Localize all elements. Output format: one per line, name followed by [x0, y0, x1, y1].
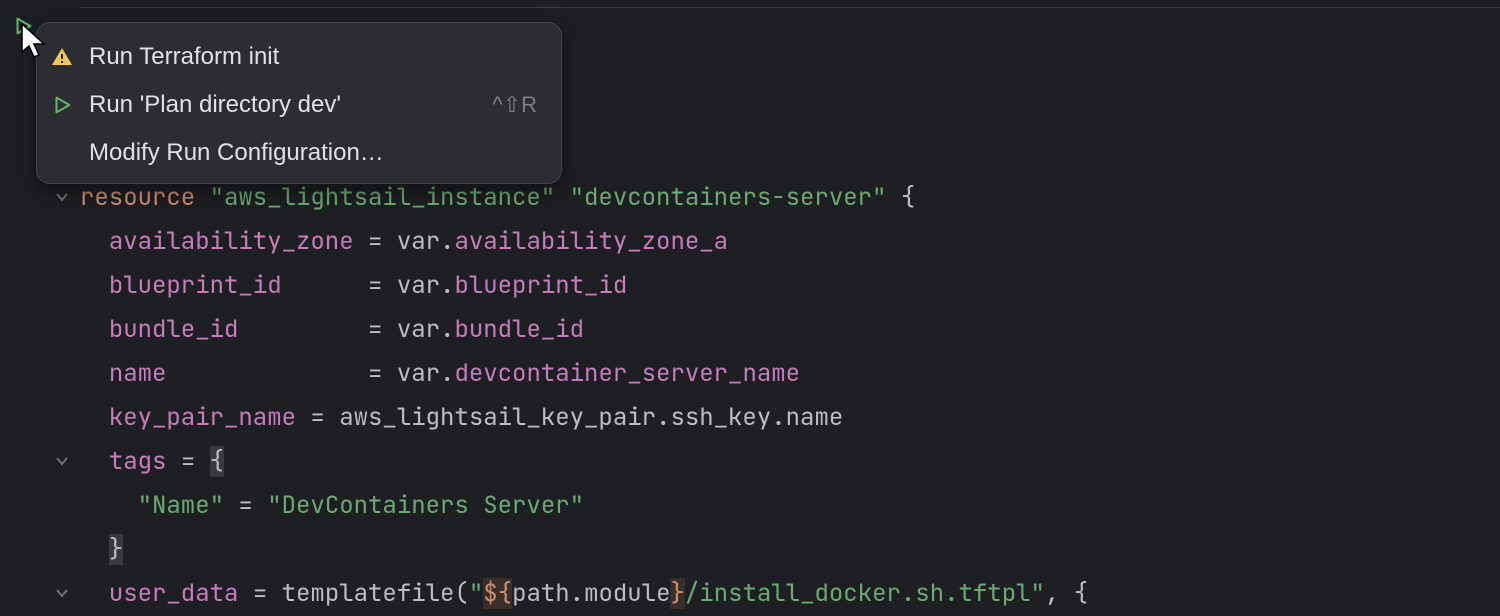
token-pn: var: [382, 358, 440, 389]
token-str: "Name": [138, 490, 224, 521]
token-str: "DevContainers Server": [267, 490, 584, 521]
menu-item-2[interactable]: Modify Run Configuration…: [37, 129, 561, 177]
token-pn: [238, 578, 252, 609]
code-line[interactable]: blueprint_id = var.blueprint_id: [80, 264, 1500, 308]
token-pn: [195, 446, 209, 477]
token-pn: path: [512, 578, 570, 609]
token-op: =: [368, 358, 382, 389]
token-pn: templatefile(: [267, 578, 469, 609]
code-line[interactable]: name = var.devcontainer_server_name: [80, 352, 1500, 396]
token-op: =: [181, 446, 195, 477]
token-pn: [354, 226, 368, 257]
token-op: .: [440, 226, 454, 257]
token-op: .: [440, 270, 454, 301]
menu-item-shortcut: ^⇧R: [492, 92, 537, 118]
token-attr: tags: [109, 446, 167, 477]
code-line[interactable]: availability_zone = var.availability_zon…: [80, 220, 1500, 264]
token-attr: availability_zone_a: [454, 226, 728, 257]
run-context-menu: Run Terraform init Run 'Plan directory de…: [36, 22, 562, 184]
token-op: .: [656, 402, 670, 433]
token-str: /install_docker.sh.tftpl": [685, 578, 1045, 609]
token-attr: bundle_id: [109, 314, 239, 345]
token-op: =: [368, 270, 382, 301]
token-attr: blueprint_id: [109, 270, 282, 301]
token-pn: var: [382, 226, 440, 257]
token-attr: availability_zone: [109, 226, 354, 257]
token-attr: user_data: [109, 578, 239, 609]
token-interp: }: [670, 578, 684, 609]
token-pn: [166, 446, 180, 477]
token-pn: {: [886, 182, 915, 213]
chevron-down-icon[interactable]: [54, 188, 70, 211]
token-op: .: [771, 402, 785, 433]
token-pn: module: [584, 578, 670, 609]
token-op: .: [570, 578, 584, 609]
token-pn: ssh_key: [670, 402, 771, 433]
code-line[interactable]: user_data = templatefile("${path.module}…: [80, 572, 1500, 616]
warning-icon: [49, 44, 75, 70]
spacer-icon: [49, 140, 75, 166]
token-pn: , {: [1045, 578, 1088, 609]
token-str: "aws_lightsail_instance": [210, 182, 556, 213]
menu-item-label: Modify Run Configuration…: [89, 139, 537, 167]
chevron-down-icon[interactable]: [54, 452, 70, 475]
token-op: =: [368, 314, 382, 345]
token-attr: name: [109, 358, 167, 389]
token-pn: [238, 314, 368, 345]
token-pn: [555, 182, 569, 213]
token-pn: name: [786, 402, 844, 433]
token-attr: devcontainer_server_name: [454, 358, 800, 389]
menu-item-0[interactable]: Run Terraform init: [37, 33, 561, 81]
token-op: .: [440, 358, 454, 389]
code-line[interactable]: "Name" = "DevContainers Server": [80, 484, 1500, 528]
run-gutter-icon[interactable]: [12, 14, 34, 36]
chevron-down-icon[interactable]: [54, 584, 70, 607]
token-pn: [282, 270, 368, 301]
token-pn: var: [382, 270, 440, 301]
token-op: =: [253, 578, 267, 609]
token-attr: bundle_id: [454, 314, 584, 345]
token-pn: [166, 358, 368, 389]
token-kw: resource: [80, 182, 195, 213]
code-line[interactable]: }: [80, 528, 1500, 572]
run-icon: [49, 92, 75, 118]
token-interp: ${: [483, 578, 512, 609]
token-sel: {: [210, 446, 224, 477]
token-str: ": [469, 578, 483, 609]
menu-item-label: Run 'Plan directory dev': [89, 91, 478, 119]
token-pn: var: [382, 314, 440, 345]
code-line[interactable]: key_pair_name = aws_lightsail_key_pair.s…: [80, 396, 1500, 440]
token-pn: [195, 182, 209, 213]
code-line[interactable]: tags = {: [80, 440, 1500, 484]
token-attr: blueprint_id: [454, 270, 627, 301]
token-pn: [253, 490, 267, 521]
token-op: =: [310, 402, 324, 433]
menu-item-1[interactable]: Run 'Plan directory dev' ^⇧R: [37, 81, 561, 129]
menu-item-label: Run Terraform init: [89, 43, 537, 71]
token-attr: key_pair_name: [109, 402, 296, 433]
token-pn: aws_lightsail_key_pair: [325, 402, 656, 433]
token-pn: [296, 402, 310, 433]
token-op: .: [440, 314, 454, 345]
token-op: =: [238, 490, 252, 521]
token-pn: [224, 490, 238, 521]
token-op: =: [368, 226, 382, 257]
token-sel: }: [109, 534, 123, 565]
code-line[interactable]: bundle_id = var.bundle_id: [80, 308, 1500, 352]
token-str: "devcontainers-server": [570, 182, 887, 213]
